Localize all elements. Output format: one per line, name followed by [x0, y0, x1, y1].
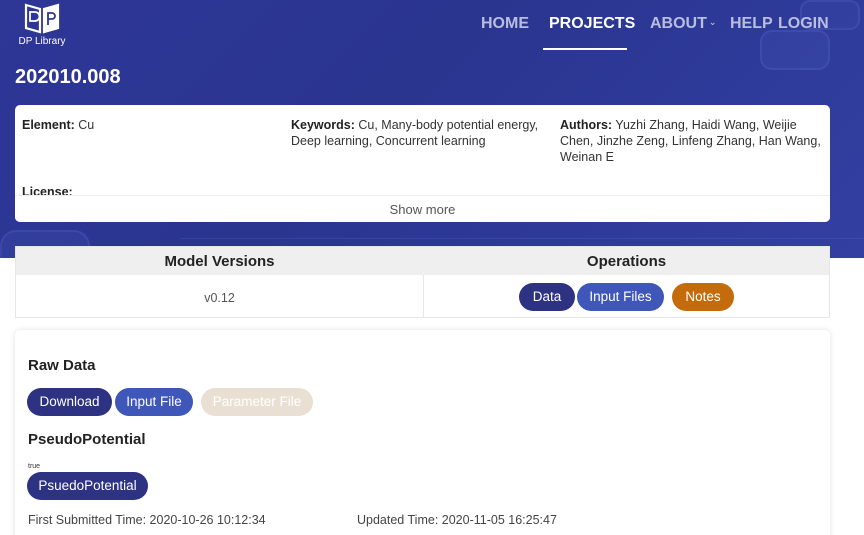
page-title: 202010.008: [15, 66, 121, 88]
nav-login[interactable]: LOGIN: [778, 15, 829, 33]
project-info-card: Element: Cu Keywords: Cu, Many-body pote…: [15, 105, 830, 222]
model-versions-table: Model Versions Operations v0.12 Data Inp…: [15, 246, 830, 318]
pseudopotential-title: PseudoPotential: [28, 431, 146, 448]
book-logo-icon: [24, 3, 60, 34]
version-value: v0.12: [204, 291, 235, 305]
element-label: Element:: [22, 118, 75, 132]
site-logo[interactable]: DP Library: [14, 2, 70, 48]
element-value: Cu: [74, 118, 95, 132]
raw-data-title: Raw Data: [28, 357, 96, 374]
authors-label: Authors:: [560, 118, 613, 132]
first-submitted-time: First Submitted Time: 2020-10-26 10:12:3…: [28, 513, 266, 527]
parameter-file-button[interactable]: Parameter File: [201, 388, 313, 416]
show-more-button[interactable]: Show more: [15, 195, 830, 222]
authors-field: Authors: Yuzhi Zhang, Haidi Wang, Weijie…: [560, 117, 822, 165]
table-header: Model Versions Operations: [16, 247, 829, 275]
pseudopotential-button[interactable]: PsuedoPotential: [27, 472, 148, 500]
nav-about[interactable]: ABOUT ⌄: [650, 15, 716, 33]
raw-data-card: Raw Data Download Input File Parameter F…: [15, 330, 830, 535]
column-header-model-versions: Model Versions: [164, 253, 275, 270]
nav-help[interactable]: HELP: [730, 15, 773, 33]
nav-projects[interactable]: PROJECTS: [549, 15, 635, 33]
chevron-down-icon: ⌄: [708, 17, 717, 27]
column-header-operations: Operations: [586, 253, 667, 270]
decor-circuit-line: [180, 238, 864, 239]
hero-banner: DP Library HOME PROJECTS ABOUT ⌄ HELP LOG…: [0, 0, 864, 258]
input-files-button[interactable]: Input Files: [577, 283, 664, 311]
element-field: Element: Cu: [22, 117, 282, 133]
logo-text: DP Library: [18, 36, 66, 47]
input-file-button[interactable]: Input File: [115, 388, 193, 416]
download-button[interactable]: Download: [27, 388, 112, 416]
updated-time: Updated Time: 2020-11-05 16:25:47: [357, 513, 557, 527]
decor-hexagon: [760, 30, 830, 70]
notes-button[interactable]: Notes: [672, 283, 734, 311]
nav-active-indicator: [543, 48, 627, 50]
keywords-label: Keywords:: [291, 118, 355, 132]
keywords-field: Keywords: Cu, Many-body potential energy…: [291, 117, 551, 149]
data-button[interactable]: Data: [519, 283, 575, 311]
column-divider: [423, 275, 424, 318]
nav-about-label: ABOUT: [650, 15, 707, 32]
pseudopotential-flag: true: [28, 463, 41, 470]
nav-home[interactable]: HOME: [481, 15, 529, 33]
